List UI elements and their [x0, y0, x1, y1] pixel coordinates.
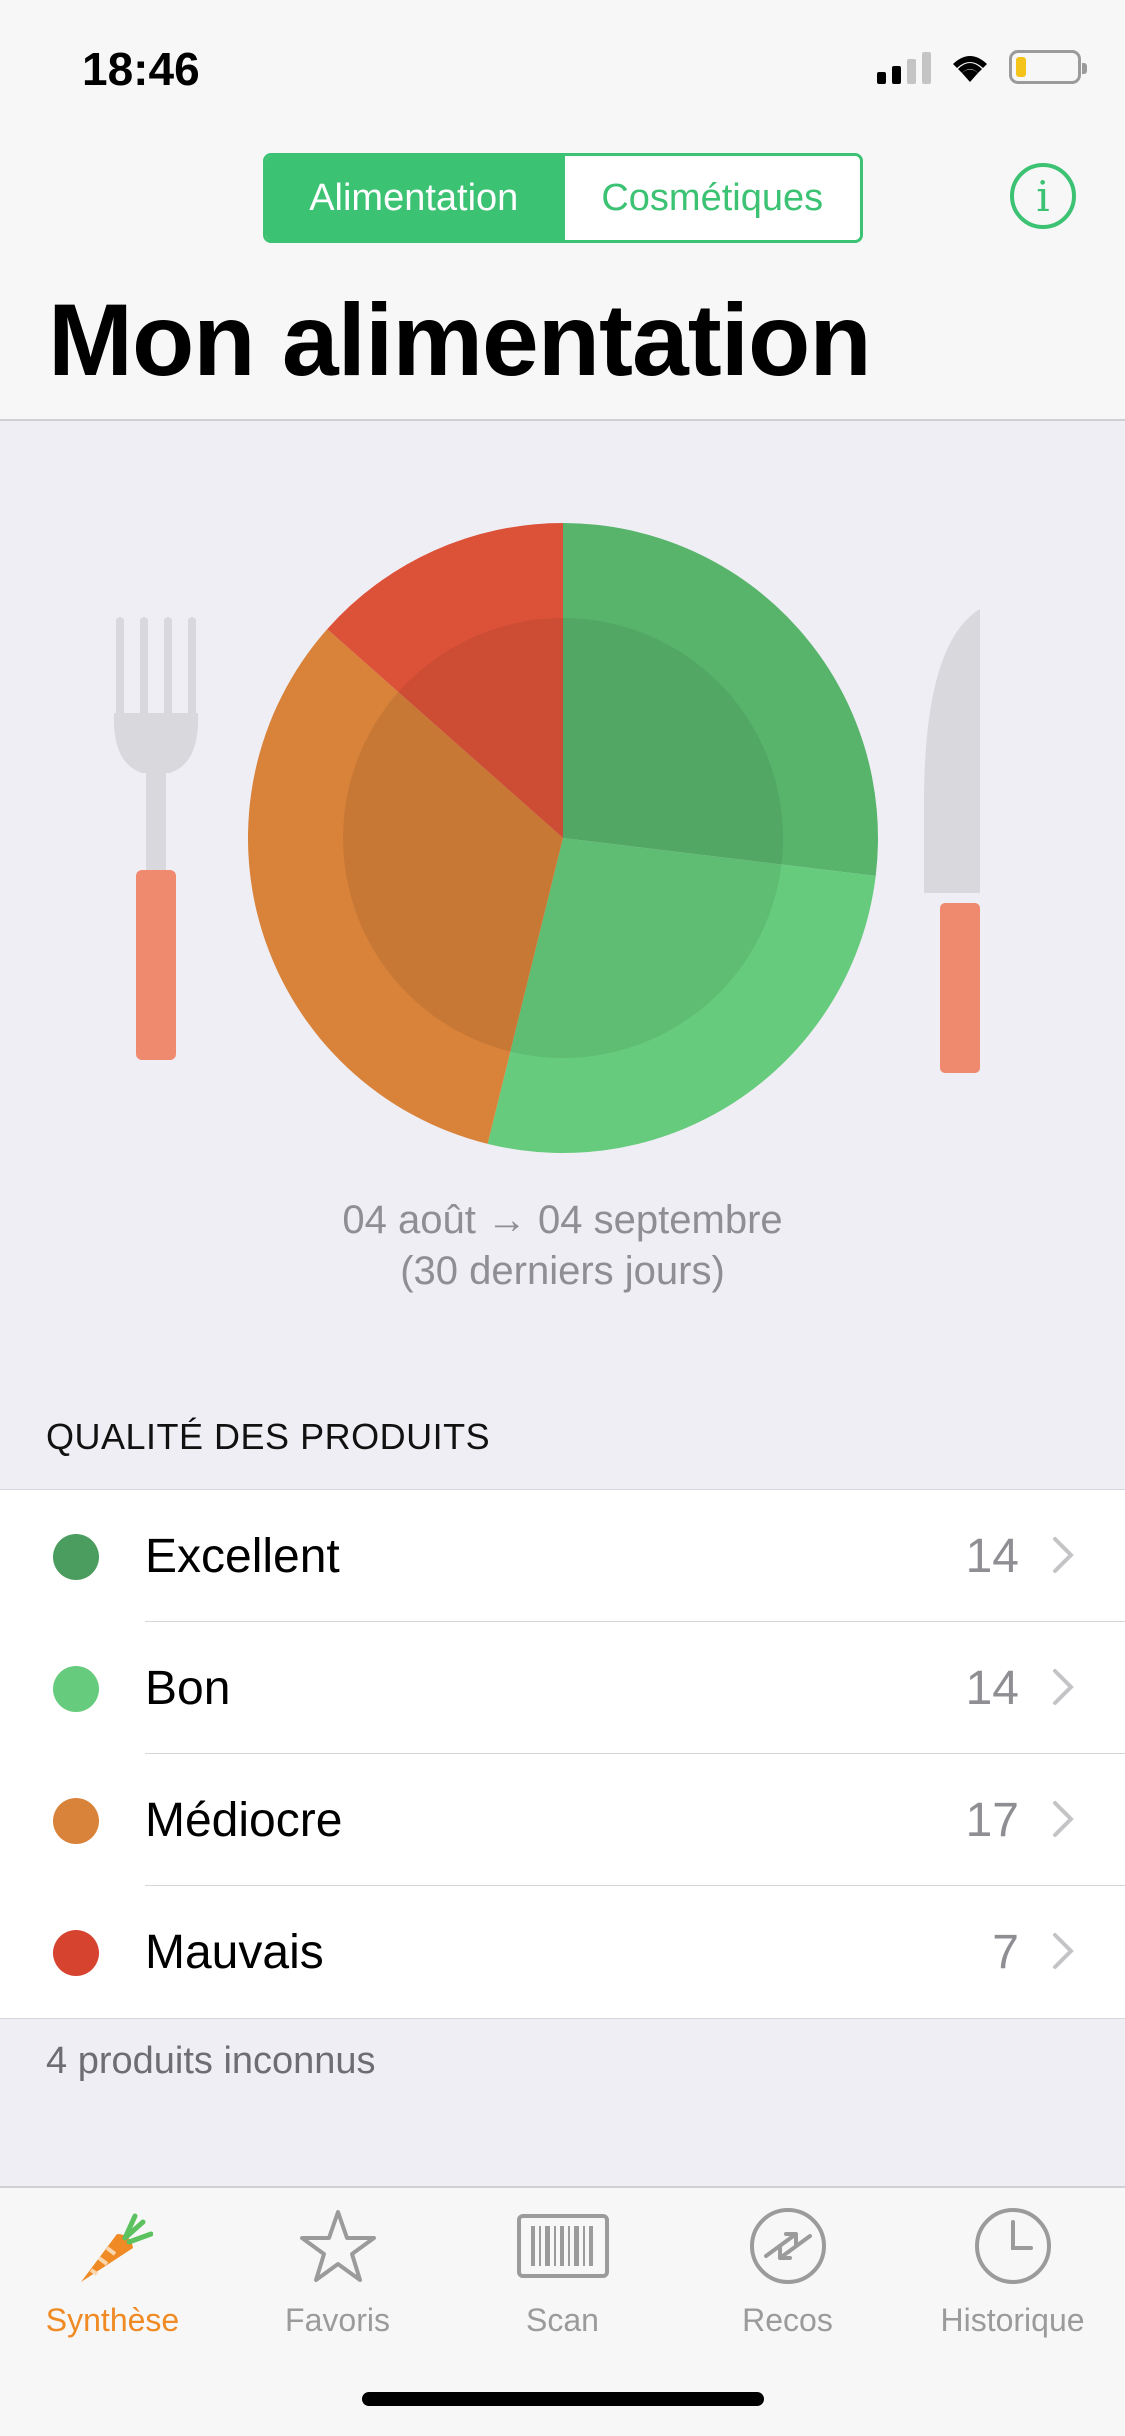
- chevron-right-icon: [1053, 1801, 1074, 1837]
- quality-list: Excellent 14 Bon 14 Médiocre 17 Mauvais …: [0, 1489, 1125, 2019]
- chevron-right-icon: [1053, 1669, 1074, 1705]
- plate-chart-area: 04 août → 04 septembre (30 derniers jour…: [0, 423, 1125, 1383]
- tab-scan[interactable]: Scan: [450, 2204, 675, 2339]
- page-title: Mon alimentation: [48, 283, 872, 397]
- row-label: Médiocre: [145, 1793, 343, 1847]
- date-range-sub: (30 derniers jours): [400, 1249, 725, 1293]
- row-count: 14: [965, 1661, 1019, 1715]
- tab-historique[interactable]: Historique: [900, 2204, 1125, 2339]
- list-item-excellent[interactable]: Excellent 14: [0, 1490, 1125, 1622]
- mauvais-dot: [53, 1930, 99, 1976]
- tab-label: Scan: [526, 2302, 599, 2338]
- carrot-icon: [80, 2213, 153, 2282]
- chevron-right-icon: [1053, 1933, 1074, 1969]
- barcode-icon: [516, 2214, 609, 2278]
- tab-label: Historique: [940, 2302, 1085, 2338]
- plate-inner-circle: [343, 618, 783, 1058]
- tab-label: Synthèse: [45, 2302, 180, 2338]
- list-item-mauvais[interactable]: Mauvais 7: [0, 1886, 1125, 2018]
- category-segmented-control: Alimentation Cosmétiques: [263, 153, 863, 243]
- excellent-dot: [53, 1534, 99, 1580]
- knife-icon: [924, 609, 980, 1073]
- battery-icon: [1009, 50, 1087, 84]
- info-glyph: i: [1036, 171, 1050, 221]
- swap-arrows-icon: [749, 2208, 826, 2284]
- chevron-right-icon: [1053, 1537, 1074, 1573]
- star-icon: [299, 2210, 376, 2282]
- bon-dot: [53, 1666, 99, 1712]
- status-time: 18:46: [82, 43, 200, 95]
- clock-icon: [974, 2208, 1051, 2284]
- tab-recos[interactable]: Recos: [675, 2204, 900, 2339]
- date-range: 04 août → 04 septembre: [342, 1198, 783, 1242]
- tab-label: Favoris: [285, 2302, 390, 2338]
- fork-icon: [113, 617, 199, 1060]
- info-icon[interactable]: i: [1010, 163, 1076, 229]
- wifi-icon: [953, 56, 987, 82]
- cellular-signal-icon: [877, 50, 931, 84]
- pie-chart: [247, 523, 878, 1153]
- home-indicator: [362, 2392, 764, 2406]
- row-count: 17: [965, 1793, 1019, 1847]
- unknown-products-note: 4 produits inconnus: [46, 2040, 376, 2082]
- row-count: 14: [965, 1529, 1019, 1583]
- mediocre-dot: [53, 1798, 99, 1844]
- status-icons: [877, 50, 1087, 84]
- segment-cosmetiques[interactable]: Cosmétiques: [561, 156, 860, 240]
- row-count: 7: [992, 1925, 1019, 1979]
- row-label: Excellent: [145, 1529, 340, 1583]
- row-label: Mauvais: [145, 1925, 324, 1979]
- tab-synthese[interactable]: Synthèse: [0, 2204, 225, 2339]
- list-item-bon[interactable]: Bon 14: [0, 1622, 1125, 1754]
- section-header: QUALITÉ DES PRODUITS: [46, 1416, 491, 1457]
- list-item-mediocre[interactable]: Médiocre 17: [0, 1754, 1125, 1886]
- row-label: Bon: [145, 1661, 231, 1715]
- tab-favoris[interactable]: Favoris: [225, 2204, 450, 2339]
- header: 18:46 Alimentation Cosmétiques i Mon ali…: [0, 0, 1125, 421]
- tab-label: Recos: [742, 2302, 833, 2338]
- segment-alimentation[interactable]: Alimentation: [266, 156, 562, 240]
